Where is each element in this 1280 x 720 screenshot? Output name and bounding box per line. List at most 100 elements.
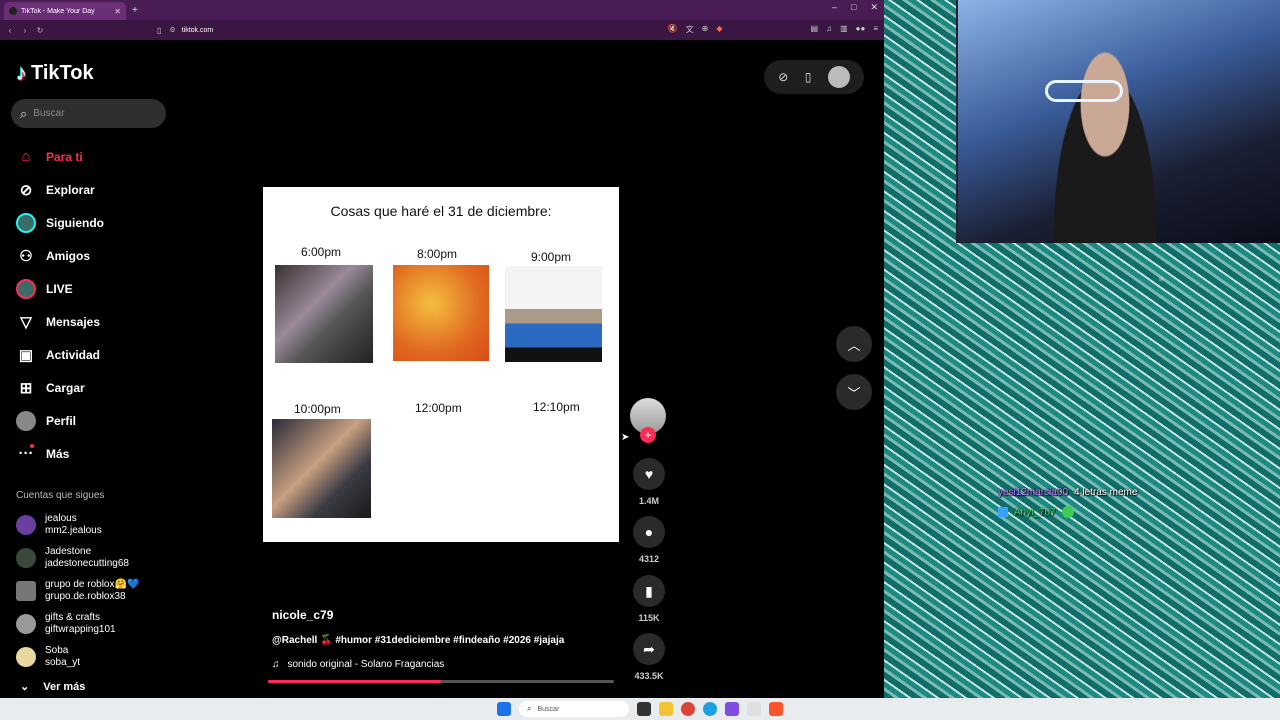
brave-shields-icon[interactable]: ◆ [716, 24, 722, 35]
account-username: jadestonecutting68 [45, 557, 129, 569]
sidebar-item-label: Actividad [46, 347, 101, 362]
tiktok-logo[interactable]: ♪ TikTok [16, 60, 94, 86]
search-icon: ⌕ [527, 704, 532, 713]
browser-window: TikTok - Make Your Day ✕ + – □ ✕ ‹ › ↻ ▯… [0, 0, 884, 698]
heart-icon: ♥ [644, 466, 654, 482]
sidebar-item-actividad[interactable]: ▣ Actividad [16, 338, 196, 371]
following-account[interactable]: gifts & crafts giftwrapping101 [16, 607, 181, 640]
search-input[interactable] [33, 108, 144, 119]
close-window-button[interactable]: ✕ [870, 2, 878, 13]
reader-icon[interactable]: ▤ [811, 24, 819, 35]
upload-icon: ⊞ [19, 379, 33, 397]
sound-name: sonido original - Solano Fragancias [287, 659, 445, 670]
sidebar-item-amigos[interactable]: ⚇ Amigos [16, 239, 196, 272]
extensions-icon[interactable]: ●● [856, 24, 866, 35]
account-name: gifts & crafts [45, 611, 101, 623]
bookmark-icon[interactable]: ▯ [157, 26, 161, 35]
video-overlay-title: Cosas que haré el 31 de diciembre: [330, 203, 552, 219]
back-icon[interactable]: ‹ [5, 26, 15, 35]
menu-icon[interactable]: ≡ [873, 24, 878, 35]
save-button[interactable]: ▮ [633, 575, 665, 607]
sidebar-item-explorar[interactable]: ⊘ Explorar [16, 173, 196, 206]
top-controls: ⊘ ▯ [764, 60, 864, 94]
following-account[interactable]: jealous mm2.jealous [16, 508, 181, 541]
see-more-label: Ver más [43, 680, 86, 693]
compass-icon: ⊘ [19, 181, 33, 199]
previous-video-button[interactable]: ︿ [836, 326, 872, 362]
avatar [16, 613, 36, 634]
sidebar-item-siguiendo[interactable]: Siguiendo [16, 206, 196, 239]
url-field[interactable]: ⚙ tiktok.com [169, 26, 214, 35]
url-text: tiktok.com [181, 26, 214, 34]
thumbnail-image [393, 265, 489, 361]
tab-close-icon[interactable]: ✕ [114, 7, 121, 16]
avatar [16, 580, 36, 601]
compass-icon[interactable]: ⊘ [778, 70, 788, 84]
following-section-title: Cuentas que sigues [16, 490, 105, 501]
forward-icon[interactable]: › [20, 26, 30, 35]
address-bar: ‹ › ↻ ▯ ⚙ tiktok.com 🔇 文 ⊕ ◆ ▤ ♫ ▥ ●● ≡ [0, 20, 884, 40]
browser-tab[interactable]: TikTok - Make Your Day ✕ [4, 2, 126, 20]
sidebar-item-mensajes[interactable]: ▽ Mensajes [16, 305, 196, 338]
chat-username: yesi12marcia00 [998, 486, 1069, 498]
taskbar-search[interactable]: ⌕ Buscar [519, 701, 629, 717]
phone-icon[interactable]: ▯ [805, 70, 812, 84]
new-tab-button[interactable]: + [132, 5, 138, 16]
video-progress-bar[interactable] [268, 680, 614, 683]
windows-start-icon[interactable] [497, 702, 511, 716]
share-action: ➦ 433.5K [632, 633, 666, 681]
task-view-icon[interactable] [637, 702, 651, 716]
translate-icon[interactable]: 文 [686, 24, 694, 35]
minimize-button[interactable]: – [832, 2, 837, 13]
following-account[interactable]: Jadestone jadestonecutting68 [16, 541, 181, 574]
sidebar-item-live[interactable]: LIVE [16, 272, 196, 305]
sidebar-item-label: Cargar [46, 380, 85, 395]
follow-plus-icon[interactable]: + [640, 427, 656, 443]
search-box[interactable]: ⌕ [11, 99, 166, 128]
video-sound[interactable]: ♫ sonido original - Solano Fragancias [272, 659, 444, 670]
sidebar-item-mas[interactable]: ··· Más [16, 437, 196, 470]
thumbnail-image [272, 419, 371, 518]
address-bar-actions: 🔇 文 ⊕ ◆ ▤ ♫ ▥ ●● ≡ [668, 24, 878, 35]
reload-icon[interactable]: ↻ [35, 26, 45, 35]
sidebar-item-label: Explorar [46, 182, 95, 197]
account-name: Soba [45, 644, 69, 656]
video-author[interactable]: nicole_c79 [272, 608, 333, 622]
friends-icon: ⚇ [19, 247, 33, 265]
messages-icon: ▽ [20, 313, 32, 331]
sidebar-item-perfil[interactable]: Perfil [16, 404, 196, 437]
file-explorer-icon[interactable] [659, 702, 673, 716]
sidebar-item-cargar[interactable]: ⊞ Cargar [16, 371, 196, 404]
avatar [16, 547, 36, 568]
share-button[interactable]: ➦ [633, 633, 665, 665]
site-info-icon[interactable]: ⚙ [169, 26, 175, 34]
edge-icon[interactable] [703, 702, 717, 716]
mouse-cursor-icon: ➤ [621, 432, 630, 443]
live-avatar [16, 278, 36, 299]
zoom-icon[interactable]: ⊕ [702, 24, 709, 35]
time-label: 12:10pm [533, 400, 580, 414]
mute-icon[interactable]: 🔇 [668, 24, 678, 35]
video-description: @Rachell 🍒 #humor #31dediciembre #findea… [272, 635, 565, 646]
chrome-icon[interactable] [681, 702, 695, 716]
app-icon[interactable] [747, 702, 761, 716]
tiktok-note-icon: ♪ [16, 60, 27, 85]
like-action: ♥ 1.4M [632, 458, 666, 506]
brave-icon[interactable] [769, 702, 783, 716]
sidebar-item-para-ti[interactable]: ⌂ Para ti [16, 140, 196, 173]
sidebar-item-label: LIVE [46, 281, 73, 296]
like-button[interactable]: ♥ [633, 458, 665, 490]
sidebar-toggle-icon[interactable]: ▥ [840, 24, 848, 35]
maximize-button[interactable]: □ [851, 2, 856, 13]
see-more-button[interactable]: ⌄ Ver más [20, 680, 86, 694]
next-video-button[interactable]: ﹀ [836, 374, 872, 410]
chat-message: Anyi_7u7 [998, 502, 1248, 522]
following-account[interactable]: grupo de roblox🤗💙 grupo.de.roblox38 [16, 574, 181, 607]
time-label: 9:00pm [531, 250, 572, 264]
media-icon[interactable]: ♫ [826, 24, 832, 35]
following-account[interactable]: Soba soba_yt [16, 640, 181, 673]
app-icon[interactable] [725, 702, 739, 716]
user-avatar[interactable] [827, 66, 850, 88]
video-player[interactable]: Cosas que haré el 31 de diciembre: 6:00p… [263, 187, 619, 542]
comment-button[interactable]: ● [633, 516, 665, 548]
